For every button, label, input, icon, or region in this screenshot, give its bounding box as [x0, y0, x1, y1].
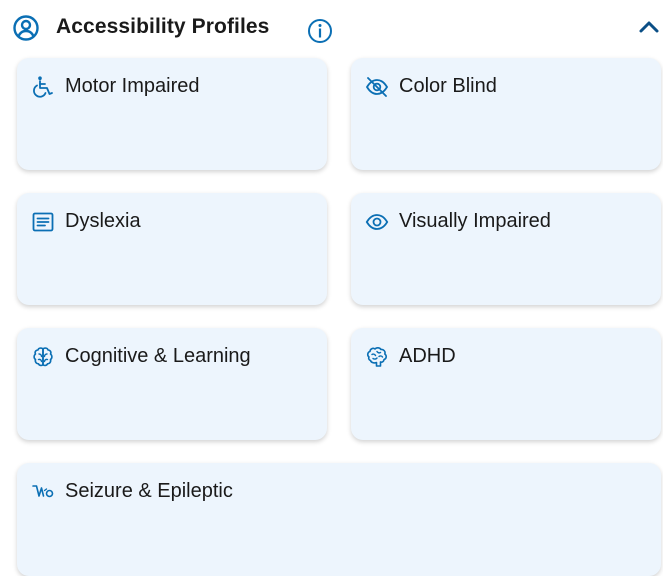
profile-card-cognitive-learning[interactable]: Cognitive & Learning: [17, 328, 327, 440]
profile-label: ADHD: [399, 345, 456, 367]
profile-label: Seizure & Epileptic: [65, 480, 233, 502]
profile-card-color-blind[interactable]: Color Blind: [351, 58, 661, 170]
profile-label: Cognitive & Learning: [65, 345, 251, 367]
panel-header: Accessibility Profiles: [0, 0, 663, 56]
eye-icon: [365, 210, 389, 232]
chevron-up-icon: [639, 21, 659, 33]
profile-label: Dyslexia: [65, 210, 141, 232]
wheelchair-icon: [31, 75, 53, 98]
text-lines-icon: [31, 210, 54, 232]
profile-card-seizure-epileptic[interactable]: Seizure & Epileptic: [17, 463, 661, 576]
profile-label: Motor Impaired: [65, 75, 200, 97]
profile-card-visually-impaired[interactable]: Visually Impaired: [351, 193, 661, 305]
info-icon[interactable]: [306, 17, 334, 45]
user-circle-icon: [12, 14, 40, 42]
eye-slash-icon: [365, 75, 389, 97]
brain-outline-icon: [365, 345, 387, 367]
profile-card-adhd[interactable]: ADHD: [351, 328, 661, 440]
collapse-button[interactable]: [635, 12, 663, 40]
profile-label: Color Blind: [399, 75, 497, 97]
brain-icon: [31, 345, 53, 367]
profile-card-motor-impaired[interactable]: Motor Impaired: [17, 58, 327, 170]
panel-title: Accessibility Profiles: [56, 15, 270, 38]
profile-label: Visually Impaired: [399, 210, 551, 232]
accessibility-profiles-panel: Accessibility Profiles Motor Impaired Co…: [0, 0, 663, 576]
seizure-icon: [31, 480, 54, 502]
profile-card-dyslexia[interactable]: Dyslexia: [17, 193, 327, 305]
